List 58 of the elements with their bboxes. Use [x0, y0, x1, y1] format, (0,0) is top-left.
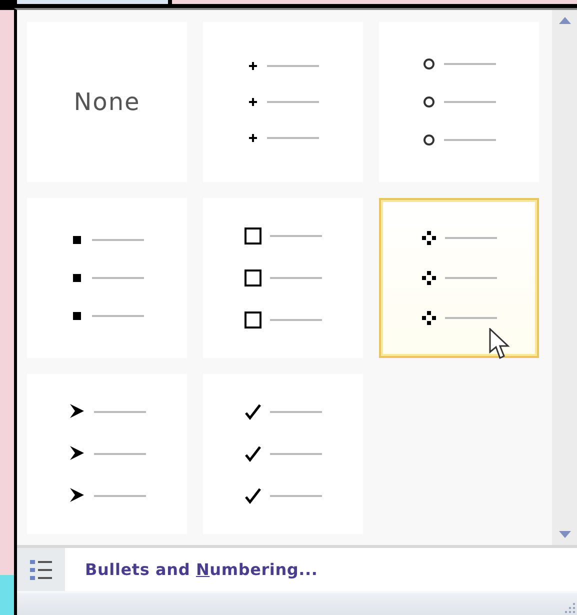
bulleted-list-icon	[29, 558, 53, 582]
resize-grip-icon[interactable]	[563, 601, 577, 615]
scrollbar[interactable]	[552, 10, 577, 545]
placeholder-line	[94, 495, 146, 497]
square-bullet-icon	[70, 233, 84, 247]
bullet-option[interactable]	[203, 22, 363, 182]
circle-bullet-icon	[422, 133, 436, 147]
bullet-option[interactable]	[203, 198, 363, 358]
placeholder-line	[92, 277, 144, 279]
star-bullet-icon	[247, 132, 259, 144]
check-bullet-icon	[244, 403, 262, 421]
placeholder-line	[445, 237, 497, 239]
square-bullet-icon	[70, 271, 84, 285]
four-diamond-bullet-icon	[421, 230, 437, 246]
placeholder-line	[92, 315, 144, 317]
circle-bullet-icon	[422, 57, 436, 71]
placeholder-line	[444, 101, 496, 103]
star-bullet-icon	[247, 60, 259, 72]
bullet-option[interactable]	[379, 22, 539, 182]
placeholder-line	[94, 411, 146, 413]
mouse-cursor-icon	[489, 328, 511, 360]
placeholder-line	[267, 101, 319, 103]
square-bullet-icon	[70, 309, 84, 323]
placeholder-line	[270, 453, 322, 455]
placeholder-line	[270, 495, 322, 497]
check-bullet-icon	[244, 487, 262, 505]
box-bullet-icon	[244, 227, 262, 245]
placeholder-line	[270, 235, 322, 237]
box-bullet-icon	[244, 311, 262, 329]
bullet-option[interactable]	[27, 198, 187, 358]
arrowhead-bullet-icon	[68, 403, 86, 421]
placeholder-line	[94, 453, 146, 455]
bullet-option[interactable]: None	[27, 22, 187, 182]
arrowhead-bullet-icon	[68, 487, 86, 505]
desktop-background	[0, 575, 14, 615]
placeholder-line	[445, 317, 497, 319]
placeholder-line	[270, 277, 322, 279]
bullet-option[interactable]	[203, 374, 363, 534]
box-bullet-icon	[244, 269, 262, 287]
placeholder-line	[444, 139, 496, 141]
placeholder-line	[92, 239, 144, 241]
placeholder-line	[270, 411, 322, 413]
bullet-option[interactable]	[27, 374, 187, 534]
star-bullet-icon	[247, 96, 259, 108]
placeholder-line	[270, 319, 322, 321]
check-bullet-icon	[244, 445, 262, 463]
circle-bullet-icon	[422, 95, 436, 109]
scroll-up-icon[interactable]	[556, 16, 573, 26]
bullet-option[interactable]	[379, 198, 539, 358]
scroll-down-icon[interactable]	[556, 529, 573, 539]
four-diamond-bullet-icon	[421, 310, 437, 326]
placeholder-line	[444, 63, 496, 65]
placeholder-line	[267, 137, 319, 139]
arrowhead-bullet-icon	[68, 445, 86, 463]
placeholder-line	[267, 65, 319, 67]
four-diamond-bullet-icon	[421, 270, 437, 286]
none-label: None	[74, 87, 140, 118]
placeholder-line	[445, 277, 497, 279]
